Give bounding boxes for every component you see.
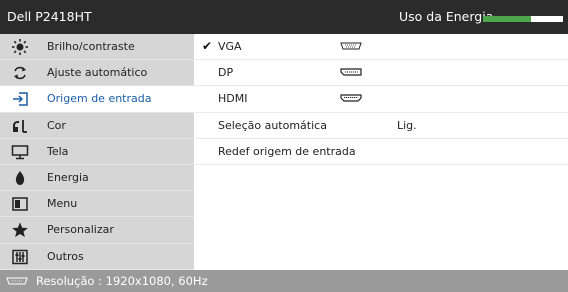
osd-header: Dell P2418HT Uso da Energia xyxy=(0,0,568,34)
sidebar-item-others[interactable]: Outros xyxy=(0,244,194,270)
sidebar-item-power[interactable]: Energia xyxy=(0,165,194,192)
status-footer: Resolução : 1920x1080, 60Hz xyxy=(0,270,568,292)
energy-use-label: Uso da Energia xyxy=(399,9,494,24)
display-icon xyxy=(11,145,29,159)
energy-use-bar xyxy=(483,16,563,22)
power-icon xyxy=(15,170,25,185)
input-option-dp[interactable]: DP xyxy=(194,60,568,87)
sidebar-item-personalize[interactable]: Personalizar xyxy=(0,217,194,244)
sidebar-item-label: Origem de entrada xyxy=(47,92,152,106)
sidebar-item-auto-adjust[interactable]: Ajuste automático xyxy=(0,60,194,87)
input-option-label: HDMI xyxy=(218,92,248,106)
dp-connector-icon xyxy=(340,68,362,76)
reset-input-source-row[interactable]: Redef origem de entrada xyxy=(194,139,568,165)
brightness-icon xyxy=(12,39,28,55)
star-icon xyxy=(12,222,28,238)
input-option-label: DP xyxy=(218,66,234,80)
monitor-osd: Dell P2418HT Uso da Energia Brilho/contr… xyxy=(0,0,568,292)
input-option-vga[interactable]: ✔ VGA xyxy=(194,34,568,61)
resolution-status: Resolução : 1920x1080, 60Hz xyxy=(36,274,208,288)
others-icon xyxy=(12,249,28,264)
sidebar-item-label: Personalizar xyxy=(47,223,114,237)
monitor-model: Dell P2418HT xyxy=(7,9,92,24)
color-icon xyxy=(13,119,27,133)
sidebar-item-label: Brilho/contraste xyxy=(47,40,135,53)
input-option-hdmi[interactable]: HDMI xyxy=(194,86,568,113)
vga-connector-icon xyxy=(6,277,28,285)
sidebar-item-input-source[interactable]: Origem de entrada xyxy=(0,86,194,113)
sidebar-item-menu[interactable]: Menu xyxy=(0,191,194,218)
auto-select-label: Seleção automática xyxy=(218,118,327,132)
sidebar-item-brightness-contrast[interactable]: Brilho/contraste xyxy=(0,34,194,61)
input-source-panel: ✔ VGA DP HDMI Seleção automática Lig. Re… xyxy=(194,34,568,270)
checkmark-icon: ✔ xyxy=(202,39,213,53)
energy-use-fill xyxy=(483,16,531,22)
sidebar-item-label: Outros xyxy=(47,249,84,263)
auto-select-row[interactable]: Seleção automática Lig. xyxy=(194,113,568,139)
sidebar-item-label: Energia xyxy=(47,170,89,184)
vga-connector-icon xyxy=(340,42,362,50)
input-option-label: VGA xyxy=(218,40,242,53)
sidebar-menu: Brilho/contraste Ajuste automático Orige… xyxy=(0,34,194,270)
auto-select-value: Lig. xyxy=(397,118,417,132)
sidebar-item-color[interactable]: Cor xyxy=(0,113,194,139)
sidebar-item-label: Cor xyxy=(47,118,66,132)
auto-adjust-icon xyxy=(14,67,26,80)
sidebar-item-label: Menu xyxy=(47,197,78,211)
sidebar-item-label: Tela xyxy=(47,144,69,158)
input-source-icon xyxy=(13,92,28,107)
reset-input-source-label: Redef origem de entrada xyxy=(218,144,356,158)
sidebar-item-label: Ajuste automático xyxy=(47,66,148,80)
menu-icon xyxy=(12,197,28,211)
sidebar-item-display[interactable]: Tela xyxy=(0,139,194,165)
hdmi-connector-icon xyxy=(340,94,362,102)
